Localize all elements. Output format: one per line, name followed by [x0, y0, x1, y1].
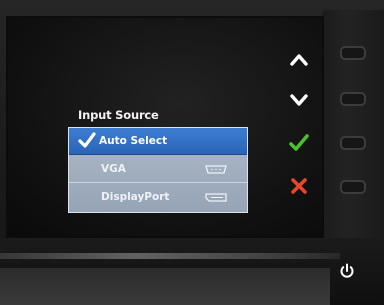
- monitor-button-2[interactable]: [340, 92, 366, 106]
- osd-option-label: Auto Select: [99, 135, 168, 147]
- osd-option-label: DisplayPort: [101, 191, 170, 203]
- osd-menu-title: Input Source: [78, 108, 159, 122]
- monitor-button-4[interactable]: [340, 180, 366, 194]
- chevron-up-icon[interactable]: [286, 47, 312, 73]
- confirm-checkmark-icon[interactable]: [286, 130, 312, 156]
- close-icon[interactable]: [286, 173, 312, 199]
- displayport-icon: [205, 193, 227, 202]
- osd-input-source-list: Auto Select VGA DisplayPort: [68, 127, 248, 213]
- osd-option-displayport[interactable]: DisplayPort: [69, 184, 247, 211]
- monitor-base: [0, 268, 330, 305]
- power-icon[interactable]: [338, 262, 356, 280]
- checkmark-icon: [78, 132, 96, 148]
- monitor-button-3[interactable]: [340, 136, 366, 150]
- bezel-highlight: [0, 253, 340, 259]
- monitor-button-1[interactable]: [340, 46, 366, 60]
- osd-option-auto-select[interactable]: Auto Select: [69, 128, 247, 155]
- chevron-down-icon[interactable]: [286, 87, 312, 113]
- osd-option-vga[interactable]: VGA: [69, 156, 247, 183]
- vga-port-icon: [205, 165, 227, 174]
- osd-option-label: VGA: [101, 163, 126, 175]
